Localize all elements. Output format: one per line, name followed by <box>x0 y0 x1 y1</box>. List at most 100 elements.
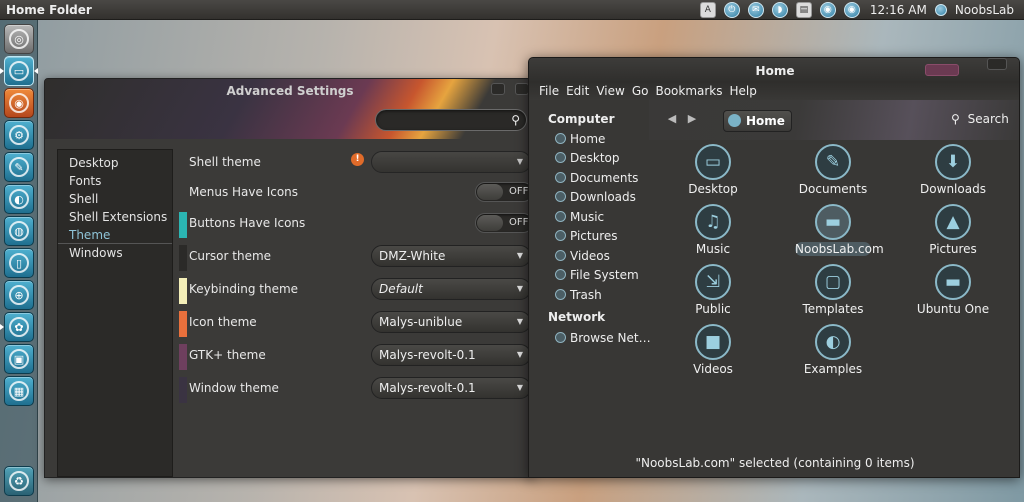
menu-bookmarks[interactable]: Bookmarks <box>655 82 722 100</box>
shell-theme-combo[interactable]: ▼ <box>371 151 531 173</box>
ubuntu-icon[interactable]: ◎ <box>4 24 34 54</box>
keybinding-theme-combo[interactable]: Default ▼ <box>371 278 531 300</box>
network-icon[interactable]: ◉ <box>819 1 836 18</box>
file-item-downloads[interactable]: ⬇ Downloads <box>893 144 1013 204</box>
search-icon: ⚲ <box>511 113 520 127</box>
switch-state: OFF <box>509 217 529 228</box>
place-label: File System <box>570 268 639 282</box>
file-item-noobslab[interactable]: ▬ NoobsLab.com <box>773 204 893 264</box>
buttons-icons-switch[interactable]: OFF <box>475 213 533 233</box>
color-swatch <box>179 344 187 370</box>
user-name[interactable]: NoobsLab <box>955 3 1014 17</box>
drive-icon <box>555 269 566 280</box>
settings-panel: Shell theme ! ▼ Menus Have Icons OFF But… <box>179 147 533 477</box>
back-arrow-icon[interactable]: ◀ <box>663 110 681 128</box>
home-icon <box>728 114 741 127</box>
app-icon[interactable]: ⚙ <box>4 120 34 150</box>
running-indicator <box>0 68 4 74</box>
chat-icon[interactable]: ◗ <box>771 1 788 18</box>
chevron-down-icon: ▼ <box>516 317 523 326</box>
category-shell[interactable]: Shell <box>58 190 172 208</box>
switch-state: OFF <box>509 186 529 197</box>
file-item-desktop[interactable]: ▭ Desktop <box>653 144 773 204</box>
place-videos[interactable]: Videos <box>555 247 610 265</box>
clipboard-icon[interactable]: ▤ <box>795 1 812 18</box>
chevron-down-icon: ▼ <box>516 251 523 260</box>
menu-help[interactable]: Help <box>730 82 757 100</box>
search-button[interactable]: ⚲ Search <box>951 112 1009 126</box>
power-icon[interactable]: ⏻ <box>723 1 740 18</box>
combo-value: Malys-revolt-0.1 <box>379 381 476 395</box>
search-input[interactable]: ⚲ <box>375 109 527 131</box>
place-documents[interactable]: Documents <box>555 169 638 187</box>
file-item-pictures[interactable]: ▲ Pictures <box>893 204 1013 264</box>
app-icon[interactable]: ✎ <box>4 152 34 182</box>
minimize-button[interactable] <box>925 64 959 76</box>
desktop-icon <box>555 152 566 163</box>
icon-theme-combo[interactable]: Malys-uniblue ▼ <box>371 311 531 333</box>
gtk-theme-combo[interactable]: Malys-revolt-0.1 ▼ <box>371 344 531 366</box>
ubuntu-one-icon: ▬ <box>935 264 971 300</box>
app-icon[interactable]: ▯ <box>4 248 34 278</box>
chevron-down-icon: ▼ <box>516 350 523 359</box>
files-icon[interactable]: ▭ <box>4 56 34 86</box>
advanced-settings-window: Advanced Settings ⚲ Desktop Fonts Shell … <box>44 78 534 478</box>
window-theme-combo[interactable]: Malys-revolt-0.1 ▼ <box>371 377 531 399</box>
places-header-computer: Computer <box>548 112 615 126</box>
file-item-ubuntu-one[interactable]: ▬ Ubuntu One <box>893 264 1013 324</box>
clock[interactable]: 12:16 AM <box>870 3 927 17</box>
menu-edit[interactable]: Edit <box>566 82 589 100</box>
session-icon[interactable] <box>934 3 947 16</box>
trash-icon[interactable]: ♻ <box>4 466 34 496</box>
volume-icon[interactable]: ◉ <box>843 1 860 18</box>
place-pictures[interactable]: Pictures <box>555 227 618 245</box>
app-icon[interactable]: ⊕ <box>4 280 34 310</box>
file-item-music[interactable]: ♫ Music <box>653 204 773 264</box>
place-browse-network[interactable]: Browse Net… <box>555 329 651 347</box>
videos-icon <box>555 250 566 261</box>
file-item-examples[interactable]: ◐ Examples <box>773 324 893 384</box>
menu-view[interactable]: View <box>596 82 624 100</box>
place-desktop[interactable]: Desktop <box>555 149 620 167</box>
category-windows[interactable]: Windows <box>58 244 172 262</box>
file-item-public[interactable]: ⇲ Public <box>653 264 773 324</box>
workspaces-icon[interactable]: ▦ <box>4 376 34 406</box>
category-theme[interactable]: Theme <box>58 226 172 244</box>
top-panel: Home Folder A ⏻ ✉ ◗ ▤ ◉ ◉ 12:16 AM Noobs… <box>0 0 1024 20</box>
place-home[interactable]: Home <box>555 130 605 148</box>
cursor-theme-combo[interactable]: DMZ-White ▼ <box>371 245 531 267</box>
menu-file[interactable]: File <box>539 82 559 100</box>
file-item-videos[interactable]: ■ Videos <box>653 324 773 384</box>
menus-icons-switch[interactable]: OFF <box>475 182 533 202</box>
ad-icon[interactable]: A <box>699 1 716 18</box>
forward-arrow-icon[interactable]: ▶ <box>683 110 701 128</box>
downloads-icon: ⬇ <box>935 144 971 180</box>
file-item-documents[interactable]: ✎ Documents <box>773 144 893 204</box>
minimize-button[interactable] <box>491 83 505 95</box>
breadcrumb-home[interactable]: Home <box>723 110 792 132</box>
file-name: Videos <box>693 362 733 376</box>
window-title: Advanced Settings <box>226 84 354 98</box>
status-bar: "NoobsLab.com" selected (containing 0 it… <box>635 456 915 470</box>
place-file-system[interactable]: File System <box>555 266 639 284</box>
category-fonts[interactable]: Fonts <box>58 172 172 190</box>
file-name: Documents <box>798 182 868 196</box>
category-shell-extensions[interactable]: Shell Extensions <box>58 208 172 226</box>
place-music[interactable]: Music <box>555 208 604 226</box>
menu-go[interactable]: Go <box>632 82 649 100</box>
app-icon[interactable]: ✿ <box>4 312 34 342</box>
place-downloads[interactable]: Downloads <box>555 188 636 206</box>
file-name: Desktop <box>688 182 738 196</box>
setting-label: Buttons Have Icons <box>189 216 306 230</box>
place-trash[interactable]: Trash <box>555 286 602 304</box>
app-icon[interactable]: ◐ <box>4 184 34 214</box>
category-desktop[interactable]: Desktop <box>58 154 172 172</box>
mail-icon[interactable]: ✉ <box>747 1 764 18</box>
maximize-button[interactable] <box>987 58 1007 70</box>
maximize-button[interactable] <box>515 83 529 95</box>
firefox-icon[interactable]: ◉ <box>4 88 34 118</box>
downloads-icon <box>555 191 566 202</box>
file-item-templates[interactable]: ▢ Templates <box>773 264 893 324</box>
app-icon[interactable]: ◍ <box>4 216 34 246</box>
app-icon[interactable]: ▣ <box>4 344 34 374</box>
